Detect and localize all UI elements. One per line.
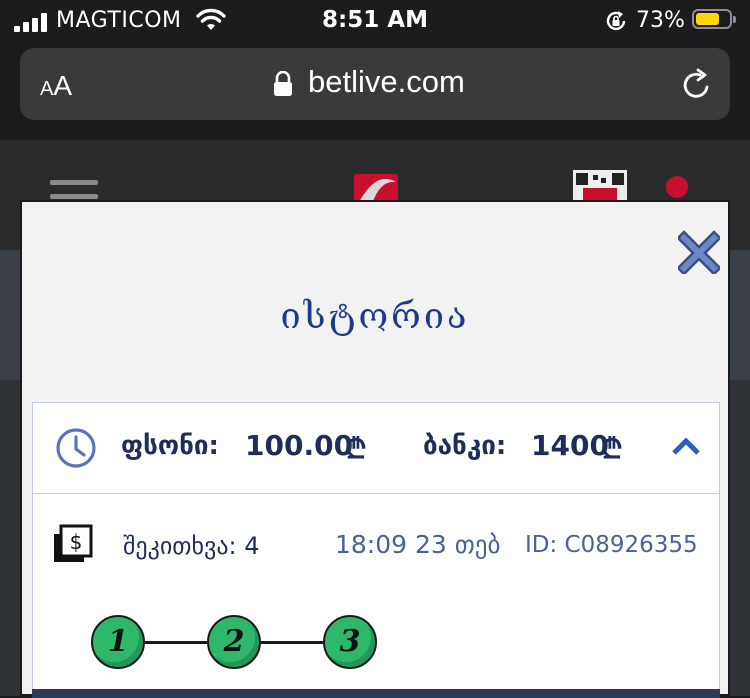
history-card: ფსონი: 100.00 ₾ ბანკი: 1400 ₾ $ შეკითხვა…: [32, 402, 720, 698]
close-icon[interactable]: [678, 230, 720, 274]
browser-bar: AA betlive.com: [0, 42, 750, 140]
orientation-lock-icon: [606, 11, 626, 31]
question-number: შეკითხვა: 4: [123, 532, 260, 560]
status-bar: MAGTICOM 8:51 AM 73%: [0, 0, 750, 42]
stake-currency: ₾: [345, 432, 367, 465]
stake-label: ფსონი:: [121, 431, 219, 461]
text-size-big-label: A: [53, 70, 73, 101]
bet-id: ID: C08926355: [525, 532, 698, 558]
battery-percent: 73%: [636, 8, 685, 33]
lock-icon: [274, 71, 292, 96]
history-entry-row: $ შეკითხვა: 4 18:09 23 თებ ID: C08926355: [33, 494, 719, 594]
svg-text:$: $: [70, 530, 83, 554]
battery-icon: [692, 9, 736, 29]
dollar-receipt-icon: $: [54, 524, 93, 562]
step-connector: [257, 641, 329, 644]
url-text[interactable]: betlive.com: [308, 64, 465, 100]
text-size-small-label: A: [40, 78, 54, 100]
qr-code-icon[interactable]: [573, 170, 627, 202]
bet-datetime: 18:09 23 თებ: [335, 530, 501, 559]
step-2[interactable]: 2: [207, 615, 261, 669]
bank-currency: ₾: [601, 432, 623, 465]
clock-icon: [56, 428, 96, 468]
bank-value: 1400: [531, 429, 609, 462]
step-3[interactable]: 3: [323, 615, 377, 669]
step-connector: [141, 641, 213, 644]
address-bar[interactable]: AA betlive.com: [20, 48, 730, 120]
history-modal: ისტორია ფსონი: 100.00 ₾ ბანკი: 1400 ₾ $ …: [20, 200, 730, 698]
next-row-edge: [32, 689, 720, 698]
text-size-button[interactable]: AA: [40, 70, 72, 102]
modal-title: ისტორია: [280, 296, 470, 337]
notification-dot-icon[interactable]: [666, 176, 688, 198]
chevron-up-icon[interactable]: [671, 437, 701, 457]
stake-value: 100.00: [245, 429, 354, 462]
step-progress: 1 2 3: [91, 611, 391, 675]
reload-icon[interactable]: [680, 68, 714, 102]
battery-level: [696, 13, 719, 25]
step-1[interactable]: 1: [91, 615, 145, 669]
history-card-header[interactable]: ფსონი: 100.00 ₾ ბანკი: 1400 ₾: [33, 403, 719, 494]
bank-label: ბანკი:: [423, 431, 507, 461]
